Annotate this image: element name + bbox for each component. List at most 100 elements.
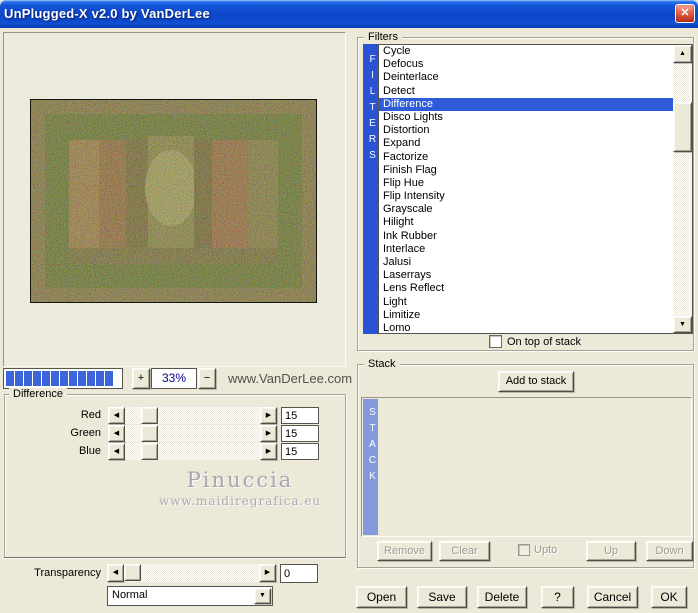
help-button[interactable]: ?: [541, 586, 574, 608]
open-button[interactable]: Open: [356, 586, 407, 608]
blend-mode-dropdown-button[interactable]: ▼: [254, 588, 271, 604]
filters-group-label: Filters: [364, 31, 402, 43]
blue-slider-right-button[interactable]: ▶: [260, 443, 277, 460]
down-button[interactable]: Down: [646, 541, 693, 561]
zoom-in-button[interactable]: +: [132, 368, 150, 389]
titlebar[interactable]: UnPlugged-X v2.0 by VanDerLee ✕: [0, 0, 698, 28]
delete-button[interactable]: Delete: [477, 586, 527, 608]
blue-slider-thumb[interactable]: [141, 443, 158, 460]
watermark-name: Pinuccia: [186, 468, 294, 492]
filter-item[interactable]: Flip Hue: [379, 177, 673, 190]
blue-slider-left-button[interactable]: ◀: [108, 443, 125, 460]
red-slider-right-button[interactable]: ▶: [260, 407, 277, 424]
green-slider-left-button[interactable]: ◀: [108, 425, 125, 442]
filter-item[interactable]: Cycle: [379, 45, 673, 58]
ok-button[interactable]: OK: [651, 586, 687, 608]
filter-item-selected[interactable]: Difference: [379, 97, 673, 111]
red-label: Red: [80, 409, 101, 421]
green-slider-track[interactable]: [125, 425, 260, 442]
add-to-stack-button[interactable]: Add to stack: [498, 371, 574, 392]
left-arrow-icon: ◀: [113, 448, 120, 455]
filter-item[interactable]: Hilight: [379, 216, 673, 229]
scrollbar-up-button[interactable]: ▲: [673, 45, 692, 63]
green-slider-thumb[interactable]: [141, 425, 158, 442]
cancel-button[interactable]: Cancel: [587, 586, 638, 608]
watermark-url: www.maidiregrafica.eu: [158, 494, 322, 508]
right-arrow-icon: ▶: [265, 430, 272, 437]
filter-item[interactable]: Lomo: [379, 322, 673, 333]
green-slider-right-button[interactable]: ▶: [260, 425, 277, 442]
blend-mode-dropdown[interactable]: Normal ▼: [107, 586, 273, 606]
transparency-value-field[interactable]: [280, 564, 318, 583]
filters-side-bar: FILTERS: [363, 44, 378, 334]
transparency-row: Transparency ◀ ▶: [0, 564, 346, 583]
up-button[interactable]: Up: [586, 541, 636, 561]
filters-scrollbar: ▲ ▼: [673, 45, 692, 333]
zoom-out-button[interactable]: −: [198, 368, 216, 389]
red-slider-track[interactable]: [125, 407, 260, 424]
blue-slider-row: Blue ◀ ▶: [5, 443, 347, 460]
green-slider-row: Green ◀ ▶: [5, 425, 347, 442]
progress-bar: [3, 368, 123, 389]
red-slider-row: Red ◀ ▶: [5, 407, 347, 424]
vendor-website: www.VanDerLee.com: [228, 371, 353, 386]
scrollbar-thumb[interactable]: [673, 102, 692, 152]
filter-item[interactable]: Flip Intensity: [379, 190, 673, 203]
red-slider-thumb[interactable]: [141, 407, 158, 424]
save-button[interactable]: Save: [417, 586, 467, 608]
green-label: Green: [70, 427, 101, 439]
transparency-slider-track[interactable]: [124, 564, 259, 582]
transparency-slider-thumb[interactable]: [124, 564, 141, 581]
filter-item[interactable]: Deinterlace: [379, 71, 673, 84]
filter-item[interactable]: Lens Reflect: [379, 282, 673, 295]
stack-list[interactable]: STACK: [361, 397, 692, 537]
remove-button[interactable]: Remove: [377, 541, 432, 561]
red-slider-left-button[interactable]: ◀: [108, 407, 125, 424]
filter-item[interactable]: Jalusi: [379, 256, 673, 269]
filter-item[interactable]: Light: [379, 296, 673, 309]
preview-image[interactable]: [30, 99, 317, 303]
filter-item[interactable]: Expand: [379, 137, 673, 150]
left-arrow-icon: ◀: [112, 569, 119, 576]
noisy-preview-graphic: [31, 100, 316, 302]
filters-side-label: FILTERS: [367, 54, 378, 166]
filter-item[interactable]: Ink Rubber: [379, 230, 673, 243]
red-value-field[interactable]: [281, 407, 319, 424]
right-arrow-icon: ▶: [264, 569, 271, 576]
on-top-of-stack-label: On top of stack: [507, 336, 581, 348]
right-arrow-icon: ▶: [265, 448, 272, 455]
filter-item[interactable]: Defocus: [379, 58, 673, 71]
stack-side-label: STACK: [367, 407, 378, 487]
green-value-field[interactable]: [281, 425, 319, 442]
filter-item[interactable]: Finish Flag: [379, 164, 673, 177]
dropdown-arrow-icon: ▼: [259, 592, 266, 599]
left-arrow-icon: ◀: [113, 430, 120, 437]
filters-group: Filters FILTERS Cycle Defocus Deinterlac…: [357, 31, 694, 351]
filter-item[interactable]: Interlace: [379, 243, 673, 256]
filter-item[interactable]: Detect: [379, 85, 673, 98]
unplugged-x-dialog: UnPlugged-X v2.0 by VanDerLee ✕ + 33% − …: [0, 0, 698, 613]
up-arrow-icon: ▲: [679, 50, 686, 57]
upto-checkbox[interactable]: [518, 544, 530, 556]
blue-slider-track[interactable]: [125, 443, 260, 460]
filter-item[interactable]: Factorize: [379, 151, 673, 164]
blue-value-field[interactable]: [281, 443, 319, 460]
blend-mode-value: Normal: [112, 589, 148, 601]
zoom-level: 33%: [151, 368, 197, 389]
blue-label: Blue: [78, 445, 101, 457]
scrollbar-down-button[interactable]: ▼: [673, 316, 692, 333]
scrollbar-track[interactable]: [673, 45, 692, 333]
transparency-label: Transparency: [34, 567, 101, 579]
filter-item[interactable]: Distortion: [379, 124, 673, 137]
clear-button[interactable]: Clear: [439, 541, 490, 561]
filter-item[interactable]: Limitize: [379, 309, 673, 322]
on-top-of-stack-checkbox[interactable]: [489, 335, 502, 348]
transparency-slider-right-button[interactable]: ▶: [259, 564, 276, 582]
filter-item[interactable]: Laserrays: [379, 269, 673, 282]
filter-item[interactable]: Disco Lights: [379, 111, 673, 124]
close-button[interactable]: ✕: [675, 4, 695, 23]
transparency-slider-left-button[interactable]: ◀: [107, 564, 124, 582]
stack-side-bar: STACK: [363, 399, 378, 535]
filter-item[interactable]: Grayscale: [379, 203, 673, 216]
upto-label: Upto: [534, 544, 558, 556]
